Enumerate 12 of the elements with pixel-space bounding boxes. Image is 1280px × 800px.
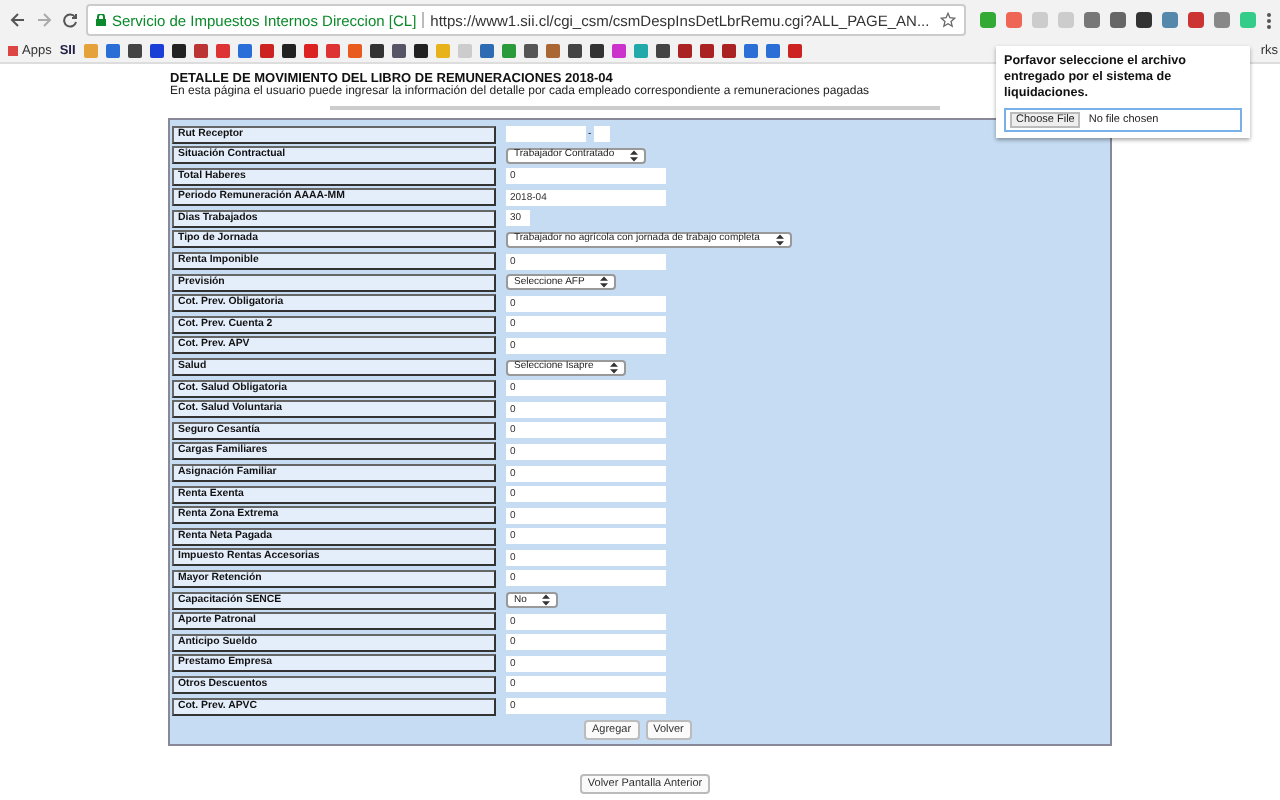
back-icon[interactable] [8,10,28,30]
updown-arrows-icon [609,361,618,374]
menu-icon[interactable] [1266,11,1272,29]
star-icon[interactable] [940,12,956,28]
rut-digit-field[interactable] [593,126,610,142]
lock-icon [96,14,106,26]
updown-arrows-icon [775,233,784,246]
reload-icon[interactable] [60,10,80,30]
updown-arrows-icon [600,276,609,289]
updown-arrows-icon [630,149,639,162]
updown-arrows-icon [542,594,551,607]
rut-number-field[interactable] [506,126,586,142]
